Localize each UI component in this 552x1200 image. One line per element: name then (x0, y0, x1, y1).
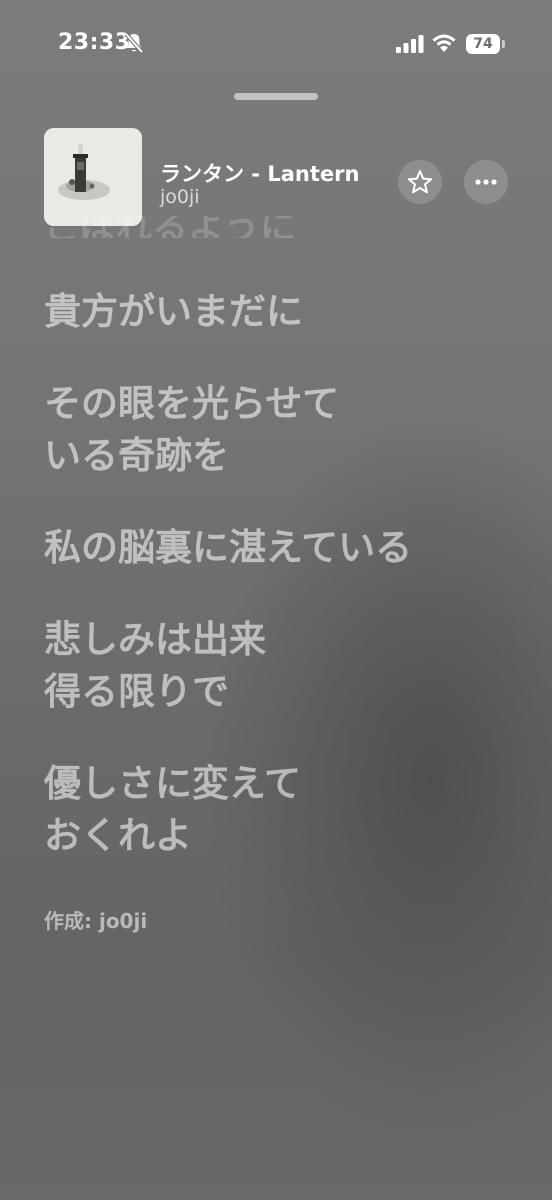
lyric-text: 私の脳裏に湛えている (44, 526, 413, 569)
cellular-signal-icon (396, 35, 424, 53)
lyric-text: その眼を光らせて (44, 382, 340, 425)
lyric-line[interactable]: 悲しみは出来 得る限りで (44, 614, 524, 718)
bell-slash-icon (124, 32, 144, 54)
battery-indicator: 74 (466, 34, 500, 54)
previous-lyric-text: こぼれるように (44, 216, 297, 238)
lyric-line[interactable]: 貴方がいまだに (44, 286, 524, 338)
lyric-line[interactable]: 私の脳裏に湛えている (44, 522, 524, 574)
battery-tip (502, 40, 505, 48)
album-artwork[interactable] (44, 128, 142, 226)
status-bar: 23:33 74 (0, 0, 552, 92)
more-options-button[interactable] (464, 160, 508, 204)
sheet-grabber-handle[interactable] (234, 93, 318, 100)
now-playing-header: ランタン - Lantern jo0ji (0, 128, 552, 230)
lyric-line[interactable]: 優しさに変えて おくれよ (44, 758, 524, 862)
battery-level: 74 (473, 36, 493, 52)
ellipsis-icon (475, 179, 497, 185)
lyric-line[interactable]: その眼を光らせて いる奇跡を (44, 378, 524, 482)
star-outline-icon (407, 170, 433, 194)
lyrics-credit: 作成: jo0ji (44, 909, 148, 933)
lantern-artwork-image (44, 128, 142, 226)
lyric-text: 得る限りで (44, 670, 229, 713)
wifi-icon (432, 34, 456, 52)
lyric-text: おくれよ (44, 814, 192, 857)
lyric-text: 貴方がいまだに (44, 290, 303, 333)
lyric-text: 優しさに変えて (44, 762, 302, 805)
track-title: ランタン - Lantern (160, 162, 360, 186)
lyric-text: 悲しみは出来 (44, 618, 266, 661)
lyric-text: いる奇跡を (44, 434, 229, 477)
track-artist[interactable]: jo0ji (160, 186, 200, 208)
favorite-button[interactable] (398, 160, 442, 204)
status-time: 23:33 (58, 30, 131, 55)
lyrics-view: 貴方がいまだに その眼を光らせて いる奇跡を 私の脳裏に湛えている 悲しみは出来… (44, 286, 524, 902)
previous-lyric-line[interactable]: こぼれるように (44, 216, 504, 238)
